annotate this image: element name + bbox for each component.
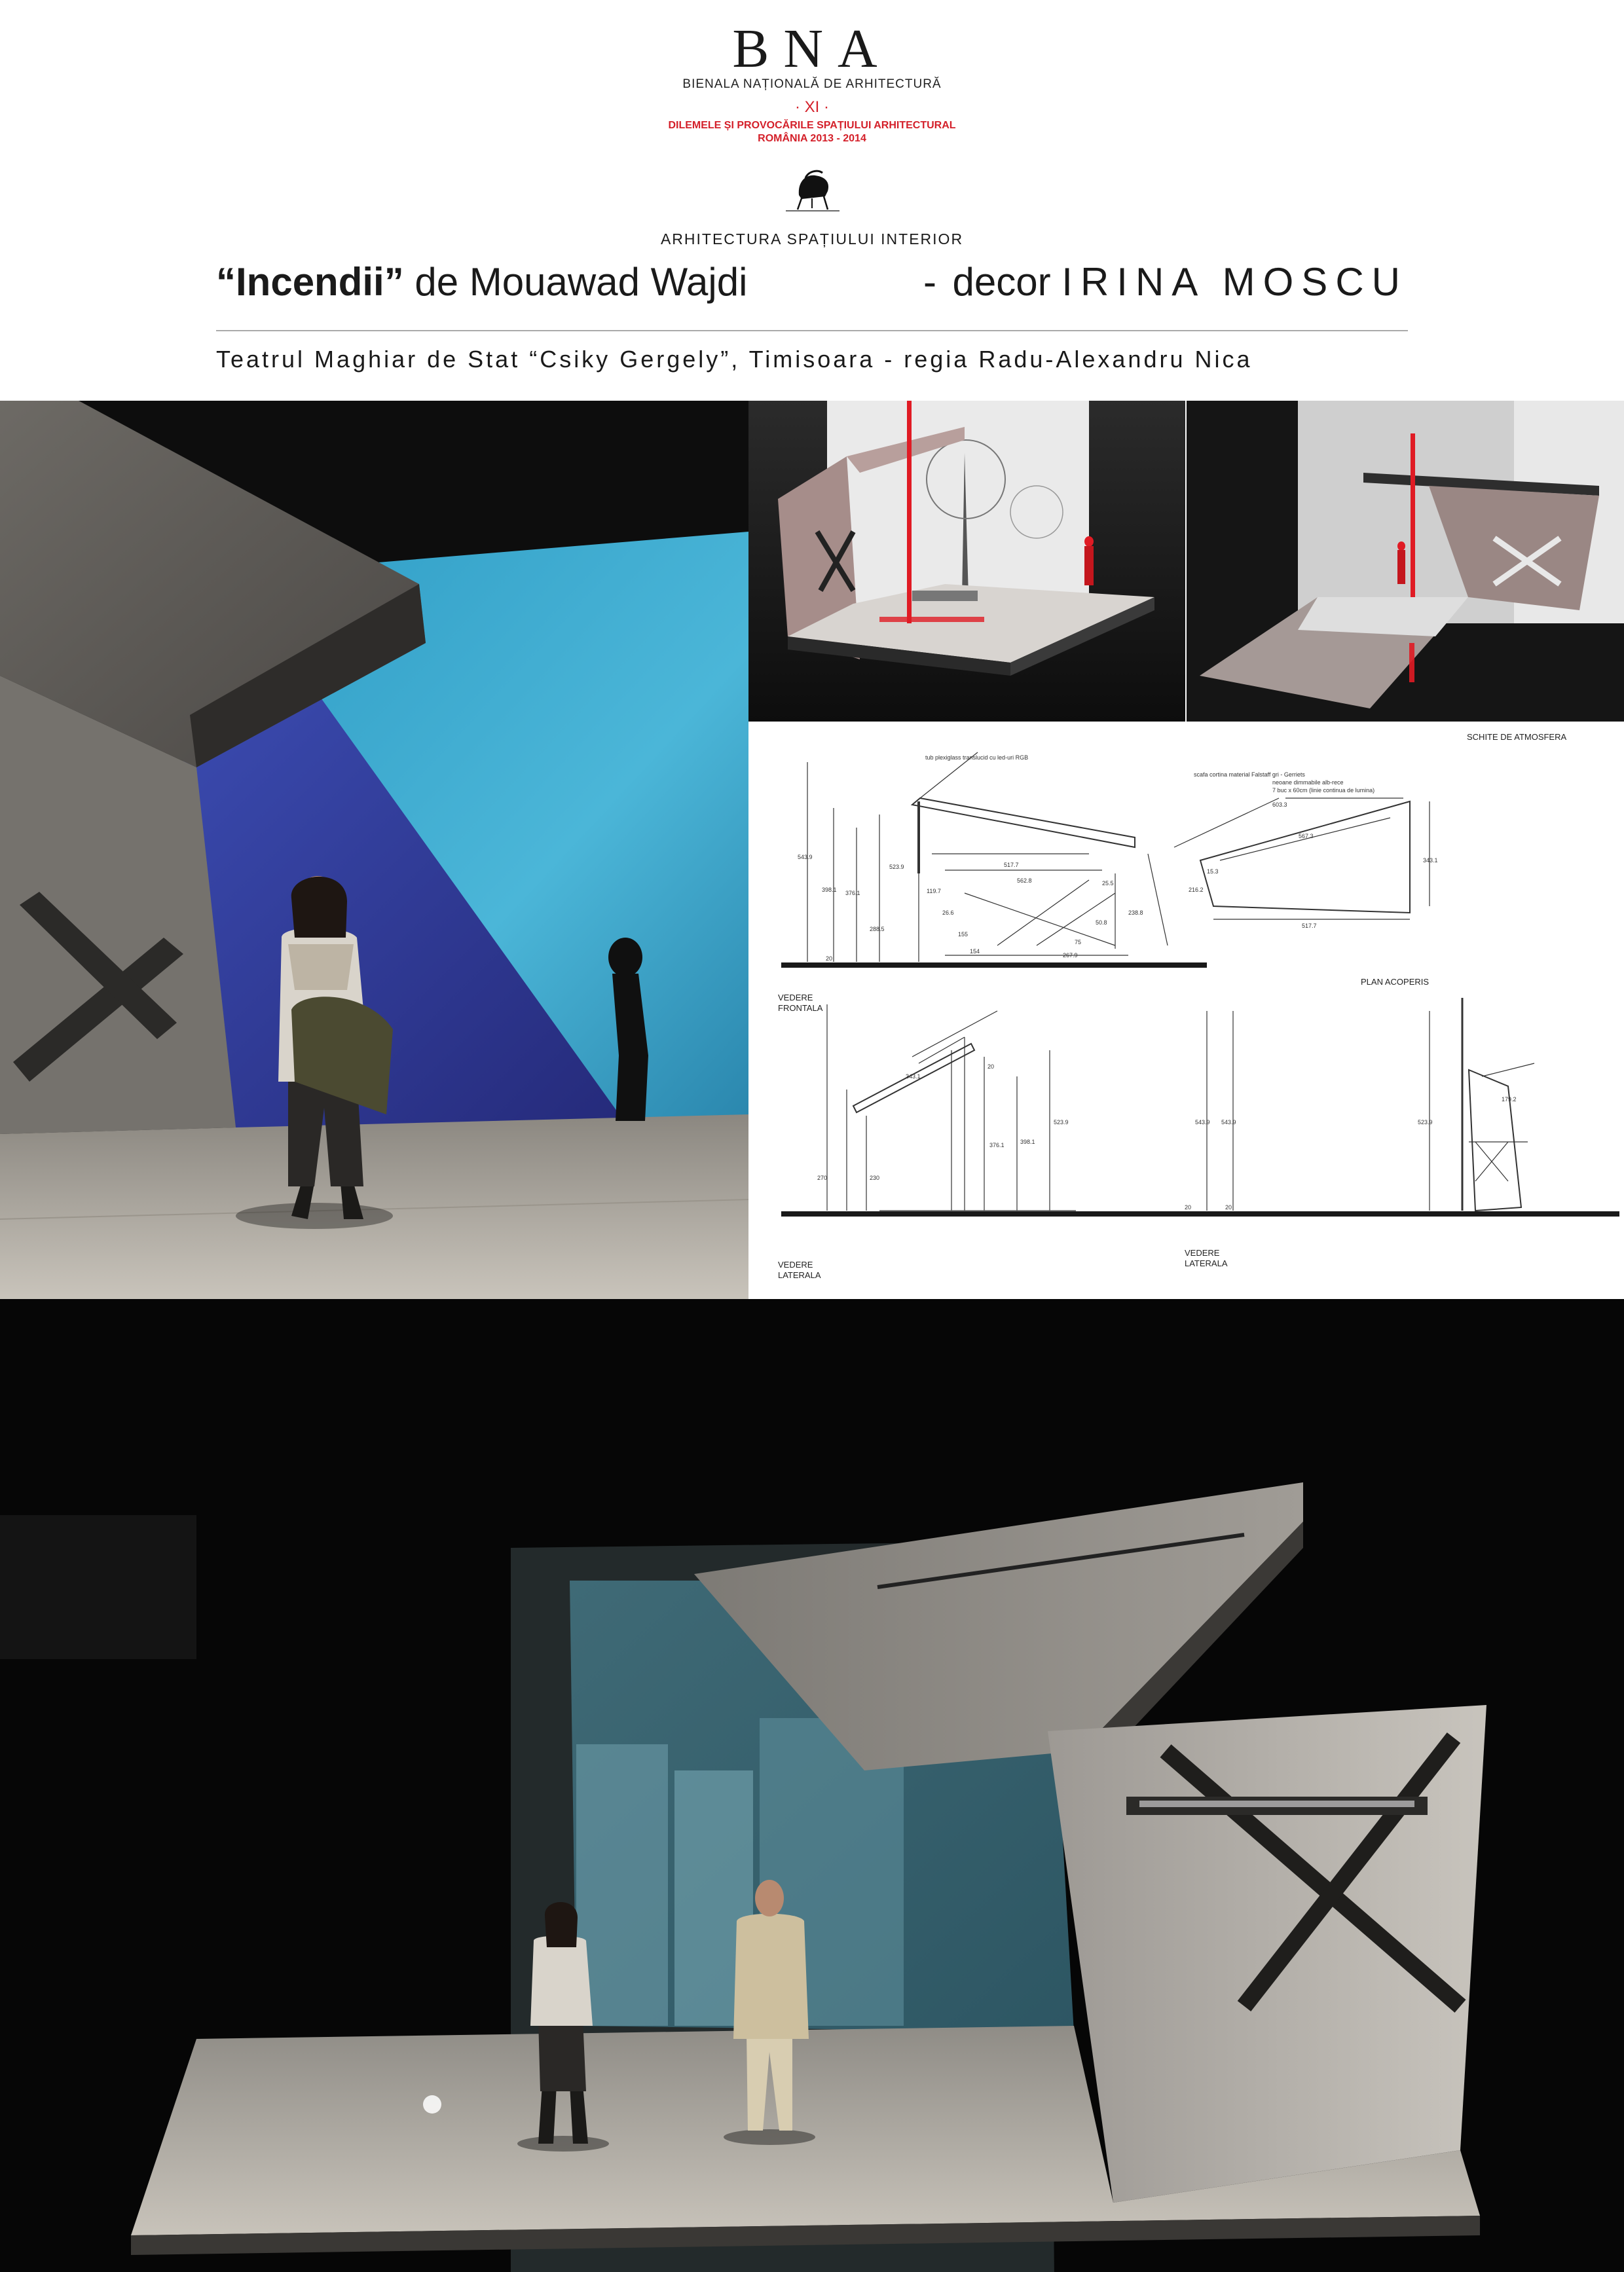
project-title: “Incendii” de Mouawad Wajdi - decor IRIN… [216,259,1408,312]
label-front-view-2: FRONTALA [778,1003,823,1013]
decor-prefix: decor [952,260,1062,304]
dim-side-a: 230 [870,1175,880,1181]
dim-plan: 517.7 [1302,923,1317,929]
bna-logo: BNA [732,18,892,79]
dim-plan: 603.3 [1272,801,1287,808]
chair-logo-icon [786,170,840,211]
dim-front: 238.8 [1128,909,1143,916]
note-neon-line-1: neoane dimmabile alb-rece [1272,779,1344,786]
dim-front: 523.9 [889,864,904,870]
label-side-view-b-2: LATERALA [1185,1258,1228,1268]
dim-plan: 216.2 [1189,887,1204,893]
dim-side-b: 543.9 [1195,1119,1210,1126]
dim-side-b: 20 [1185,1204,1192,1211]
stage-render-2-image [1187,401,1624,722]
label-side-view-a-1: VEDERE [778,1260,813,1270]
dim-side-a: 20 [987,1063,995,1070]
title-divider [216,330,1408,331]
poster-header: BNA BIENALA NAȚIONALĂ DE ARHITECTURĂ · X… [0,0,1624,399]
dim-front: 267.9 [1063,952,1078,959]
dim-side-b: 523.9 [1418,1119,1433,1126]
label-side-view-a-2: LATERALA [778,1270,821,1280]
designer-name: IRINA MOSCU [1061,260,1408,304]
dim-front: 119.7 [927,888,941,894]
dim-front: 288.5 [870,926,885,932]
dim-side-b: 20 [1225,1204,1232,1211]
dim-plan: 15.3 [1207,868,1219,875]
play-author: de Mouawad Wajdi [403,260,748,304]
production-subtitle: Teatrul Maghiar de Stat “Csiky Gergely”,… [216,346,1253,373]
dim-side-a: 523.9 [1054,1119,1069,1126]
biennale-years: ROMÂNIA 2013 - 2014 [758,133,866,144]
note-neon-line-2: 7 buc x 60cm (linie continua de lumina) [1272,787,1375,794]
dim-front: 20 [826,955,833,962]
edition-number: · XI · [795,98,829,116]
dim-front: 155 [958,931,969,938]
play-title: “Incendii” [216,260,404,304]
note-led-tube: tub plexiglass translucid cu led-uri RGB [925,754,1029,761]
technical-drawings-panel: SCHITE DE ATMOSFERA tub plexiglass trans… [748,723,1624,1299]
dim-front: 376.1 [845,890,860,896]
stage-render-1-image [748,401,1185,722]
dim-side-a: 270 [817,1175,828,1181]
dim-side-a: 398.1 [1020,1139,1035,1145]
organization-name: BIENALA NAȚIONALĂ DE ARHITECTURĂ [682,77,942,91]
dim-front: 50.8 [1096,919,1107,926]
dim-plan: 567.3 [1299,833,1314,839]
note-curtain: scafa cortina material Falstaff gri - Ge… [1194,771,1305,778]
dim-plan: 343.1 [1423,857,1438,864]
stage-photo-main-image [0,401,748,1299]
dim-front: 517.7 [1004,862,1019,868]
dim-front: 75 [1075,939,1082,945]
dim-side-a: 343.1 [906,1073,921,1080]
dim-side-b: 179.2 [1502,1096,1517,1103]
stage-photo-bottom [0,1299,1624,2272]
technical-drawings-lines [781,752,1619,1217]
dim-front: 398.1 [822,887,837,893]
dim-side-a: 376.1 [989,1142,1005,1148]
dim-front: 562.8 [1017,877,1032,884]
dim-front: 26.6 [942,909,954,916]
dim-front: 25.5 [1102,880,1114,887]
stage-render-1 [748,401,1185,722]
dim-side-b: 543.9 [1221,1119,1236,1126]
label-front-view-1: VEDERE [778,993,813,1002]
stage-photo-bottom-image [0,1299,1624,2272]
stage-photo-main [0,401,748,1299]
label-side-view-b-1: VEDERE [1185,1248,1220,1258]
dim-front: 154 [970,948,980,955]
title-separator: - [923,260,936,304]
decor-credit: decor IRINA MOSCU [953,259,1408,304]
biennale-theme: DILEMELE ȘI PROVOCĂRILE SPAȚIULUI ARHITE… [668,120,956,131]
label-roof-plan: PLAN ACOPERIS [1361,977,1430,987]
stage-render-2 [1187,401,1624,722]
section-label: ARHITECTURA SPAȚIULUI INTERIOR [660,230,964,247]
dim-front: 543.9 [798,854,813,860]
